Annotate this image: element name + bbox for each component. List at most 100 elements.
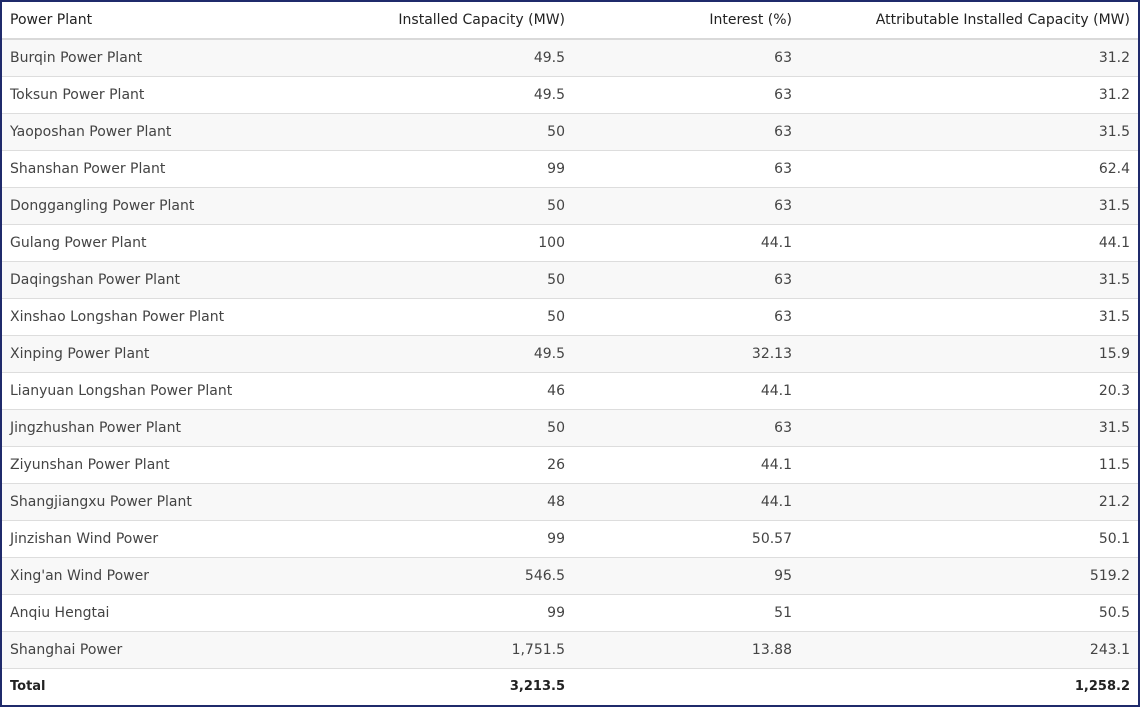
- cell-attributable-capacity: 50.5: [800, 594, 1138, 632]
- table-row: Burqin Power Plant 49.5 63 31.2: [2, 39, 1138, 77]
- cell-power-plant: Anqiu Hengtai: [2, 594, 262, 632]
- power-plant-table: Power Plant Installed Capacity (MW) Inte…: [2, 2, 1138, 705]
- cell-interest: 44.1: [573, 483, 800, 521]
- cell-attributable-capacity: 31.5: [800, 261, 1138, 299]
- header-installed-capacity: Installed Capacity (MW): [262, 2, 573, 40]
- cell-attributable-capacity: 11.5: [800, 446, 1138, 484]
- cell-power-plant: Jingzhushan Power Plant: [2, 409, 262, 447]
- table-body: Burqin Power Plant 49.5 63 31.2 Toksun Power…: [2, 39, 1138, 669]
- cell-installed-capacity: 46: [262, 372, 573, 410]
- cell-interest: 63: [573, 298, 800, 336]
- table-row: Xing'an Wind Power 546.5 95 519.2: [2, 557, 1138, 595]
- cell-power-plant: Daqingshan Power Plant: [2, 261, 262, 299]
- total-installed-capacity: 3,213.5: [262, 668, 573, 705]
- table-row: Yaoposhan Power Plant 50 63 31.5: [2, 113, 1138, 151]
- cell-power-plant: Xinping Power Plant: [2, 335, 262, 373]
- table-header: Power Plant Installed Capacity (MW) Inte…: [2, 2, 1138, 40]
- cell-installed-capacity: 99: [262, 520, 573, 558]
- cell-attributable-capacity: 243.1: [800, 631, 1138, 669]
- cell-installed-capacity: 50: [262, 113, 573, 151]
- cell-power-plant: Xinshao Longshan Power Plant: [2, 298, 262, 336]
- header-row: Power Plant Installed Capacity (MW) Inte…: [2, 2, 1138, 40]
- cell-interest: 44.1: [573, 446, 800, 484]
- header-interest: Interest (%): [573, 2, 800, 40]
- cell-interest: 95: [573, 557, 800, 595]
- table-row: Gulang Power Plant 100 44.1 44.1: [2, 224, 1138, 262]
- cell-installed-capacity: 49.5: [262, 39, 573, 77]
- cell-power-plant: Shanshan Power Plant: [2, 150, 262, 188]
- cell-power-plant: Ziyunshan Power Plant: [2, 446, 262, 484]
- cell-installed-capacity: 1,751.5: [262, 631, 573, 669]
- cell-attributable-capacity: 31.2: [800, 76, 1138, 114]
- cell-power-plant: Burqin Power Plant: [2, 39, 262, 77]
- cell-interest: 50.57: [573, 520, 800, 558]
- cell-power-plant: Toksun Power Plant: [2, 76, 262, 114]
- total-interest: [573, 668, 800, 705]
- cell-interest: 63: [573, 409, 800, 447]
- table-row: Daqingshan Power Plant 50 63 31.5: [2, 261, 1138, 299]
- total-row: Total 3,213.5 1,258.2: [2, 668, 1138, 705]
- cell-power-plant: Yaoposhan Power Plant: [2, 113, 262, 151]
- cell-attributable-capacity: 31.5: [800, 187, 1138, 225]
- table-row: Xinping Power Plant 49.5 32.13 15.9: [2, 335, 1138, 373]
- table-row: Donggangling Power Plant 50 63 31.5: [2, 187, 1138, 225]
- cell-attributable-capacity: 44.1: [800, 224, 1138, 262]
- table-row: Jingzhushan Power Plant 50 63 31.5: [2, 409, 1138, 447]
- cell-installed-capacity: 26: [262, 446, 573, 484]
- cell-attributable-capacity: 15.9: [800, 335, 1138, 373]
- cell-installed-capacity: 49.5: [262, 335, 573, 373]
- cell-attributable-capacity: 62.4: [800, 150, 1138, 188]
- cell-power-plant: Jinzishan Wind Power: [2, 520, 262, 558]
- cell-attributable-capacity: 31.5: [800, 113, 1138, 151]
- table-row: Lianyuan Longshan Power Plant 46 44.1 20.3: [2, 372, 1138, 410]
- cell-interest: 63: [573, 187, 800, 225]
- header-attributable-capacity: Attributable Installed Capacity (MW): [800, 2, 1138, 40]
- table-row: Anqiu Hengtai 99 51 50.5: [2, 594, 1138, 632]
- cell-installed-capacity: 49.5: [262, 76, 573, 114]
- cell-interest: 63: [573, 76, 800, 114]
- cell-interest: 44.1: [573, 372, 800, 410]
- cell-installed-capacity: 546.5: [262, 557, 573, 595]
- table-row: Toksun Power Plant 49.5 63 31.2: [2, 76, 1138, 114]
- cell-installed-capacity: 99: [262, 594, 573, 632]
- cell-installed-capacity: 50: [262, 409, 573, 447]
- cell-interest: 63: [573, 150, 800, 188]
- cell-attributable-capacity: 31.5: [800, 409, 1138, 447]
- header-power-plant: Power Plant: [2, 2, 262, 40]
- table-footer: Total 3,213.5 1,258.2: [2, 668, 1138, 705]
- cell-installed-capacity: 50: [262, 261, 573, 299]
- cell-installed-capacity: 48: [262, 483, 573, 521]
- cell-installed-capacity: 99: [262, 150, 573, 188]
- cell-interest: 13.88: [573, 631, 800, 669]
- cell-attributable-capacity: 31.5: [800, 298, 1138, 336]
- table-container: Power Plant Installed Capacity (MW) Inte…: [0, 0, 1140, 707]
- table-row: Shanghai Power 1,751.5 13.88 243.1: [2, 631, 1138, 669]
- cell-interest: 63: [573, 261, 800, 299]
- cell-attributable-capacity: 519.2: [800, 557, 1138, 595]
- cell-interest: 63: [573, 39, 800, 77]
- cell-interest: 63: [573, 113, 800, 151]
- cell-installed-capacity: 50: [262, 298, 573, 336]
- cell-attributable-capacity: 21.2: [800, 483, 1138, 521]
- cell-power-plant: Shangjiangxu Power Plant: [2, 483, 262, 521]
- cell-power-plant: Lianyuan Longshan Power Plant: [2, 372, 262, 410]
- table-row: Shangjiangxu Power Plant 48 44.1 21.2: [2, 483, 1138, 521]
- cell-interest: 51: [573, 594, 800, 632]
- table-row: Ziyunshan Power Plant 26 44.1 11.5: [2, 446, 1138, 484]
- table-row: Xinshao Longshan Power Plant 50 63 31.5: [2, 298, 1138, 336]
- cell-power-plant: Donggangling Power Plant: [2, 187, 262, 225]
- cell-attributable-capacity: 31.2: [800, 39, 1138, 77]
- cell-power-plant: Xing'an Wind Power: [2, 557, 262, 595]
- total-label: Total: [2, 668, 262, 705]
- cell-interest: 32.13: [573, 335, 800, 373]
- table-row: Jinzishan Wind Power 99 50.57 50.1: [2, 520, 1138, 558]
- cell-attributable-capacity: 20.3: [800, 372, 1138, 410]
- cell-installed-capacity: 100: [262, 224, 573, 262]
- total-attributable-capacity: 1,258.2: [800, 668, 1138, 705]
- cell-power-plant: Gulang Power Plant: [2, 224, 262, 262]
- cell-power-plant: Shanghai Power: [2, 631, 262, 669]
- cell-interest: 44.1: [573, 224, 800, 262]
- table-row: Shanshan Power Plant 99 63 62.4: [2, 150, 1138, 188]
- cell-installed-capacity: 50: [262, 187, 573, 225]
- cell-attributable-capacity: 50.1: [800, 520, 1138, 558]
